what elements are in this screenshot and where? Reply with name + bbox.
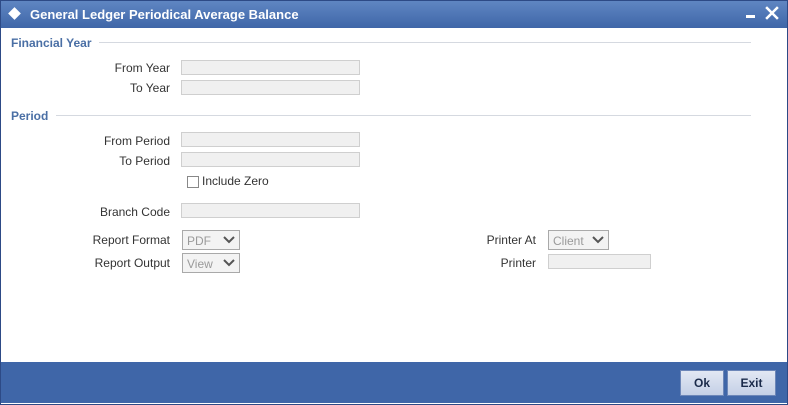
section-financial-year: Financial Year	[11, 36, 92, 50]
dialog-window: General Ledger Periodical Average Balanc…	[0, 0, 788, 405]
exit-button[interactable]: Exit	[727, 370, 776, 396]
section-divider	[56, 115, 751, 116]
from-year-input[interactable]	[181, 60, 360, 75]
report-output-label: Report Output	[94, 256, 170, 270]
window-title: General Ledger Periodical Average Balanc…	[30, 7, 299, 22]
chevron-down-icon	[592, 236, 604, 244]
chevron-down-icon	[223, 259, 235, 267]
report-format-label: Report Format	[92, 233, 170, 247]
to-year-input[interactable]	[181, 80, 360, 95]
include-zero-checkbox[interactable]	[187, 176, 199, 188]
from-period-input[interactable]	[181, 132, 360, 147]
to-year-label: To Year	[129, 81, 170, 95]
minimize-icon[interactable]	[746, 15, 755, 18]
printer-input[interactable]	[548, 254, 651, 269]
branch-code-label: Branch Code	[99, 205, 170, 219]
section-divider	[99, 42, 751, 43]
report-format-value: PDF	[187, 234, 211, 248]
branch-code-input[interactable]	[181, 203, 360, 218]
ok-button[interactable]: Ok	[680, 370, 724, 396]
section-period: Period	[11, 109, 49, 123]
footer-bar	[1, 362, 787, 403]
to-period-label: To Period	[119, 154, 170, 168]
report-format-select[interactable]: PDF	[182, 230, 240, 250]
printer-at-select[interactable]: Client	[548, 230, 609, 250]
close-icon[interactable]	[763, 4, 781, 22]
title-bar[interactable]: General Ledger Periodical Average Balanc…	[1, 1, 787, 28]
to-period-input[interactable]	[181, 152, 360, 167]
printer-at-value: Client	[553, 234, 584, 248]
from-year-label: From Year	[114, 61, 170, 75]
from-period-label: From Period	[103, 134, 170, 148]
printer-label: Printer	[500, 256, 536, 270]
app-diamond-icon	[8, 7, 21, 20]
report-output-select[interactable]: View	[182, 253, 240, 273]
include-zero-label: Include Zero	[202, 174, 269, 188]
printer-at-label: Printer At	[486, 233, 536, 247]
report-output-value: View	[187, 257, 213, 271]
chevron-down-icon	[223, 236, 235, 244]
